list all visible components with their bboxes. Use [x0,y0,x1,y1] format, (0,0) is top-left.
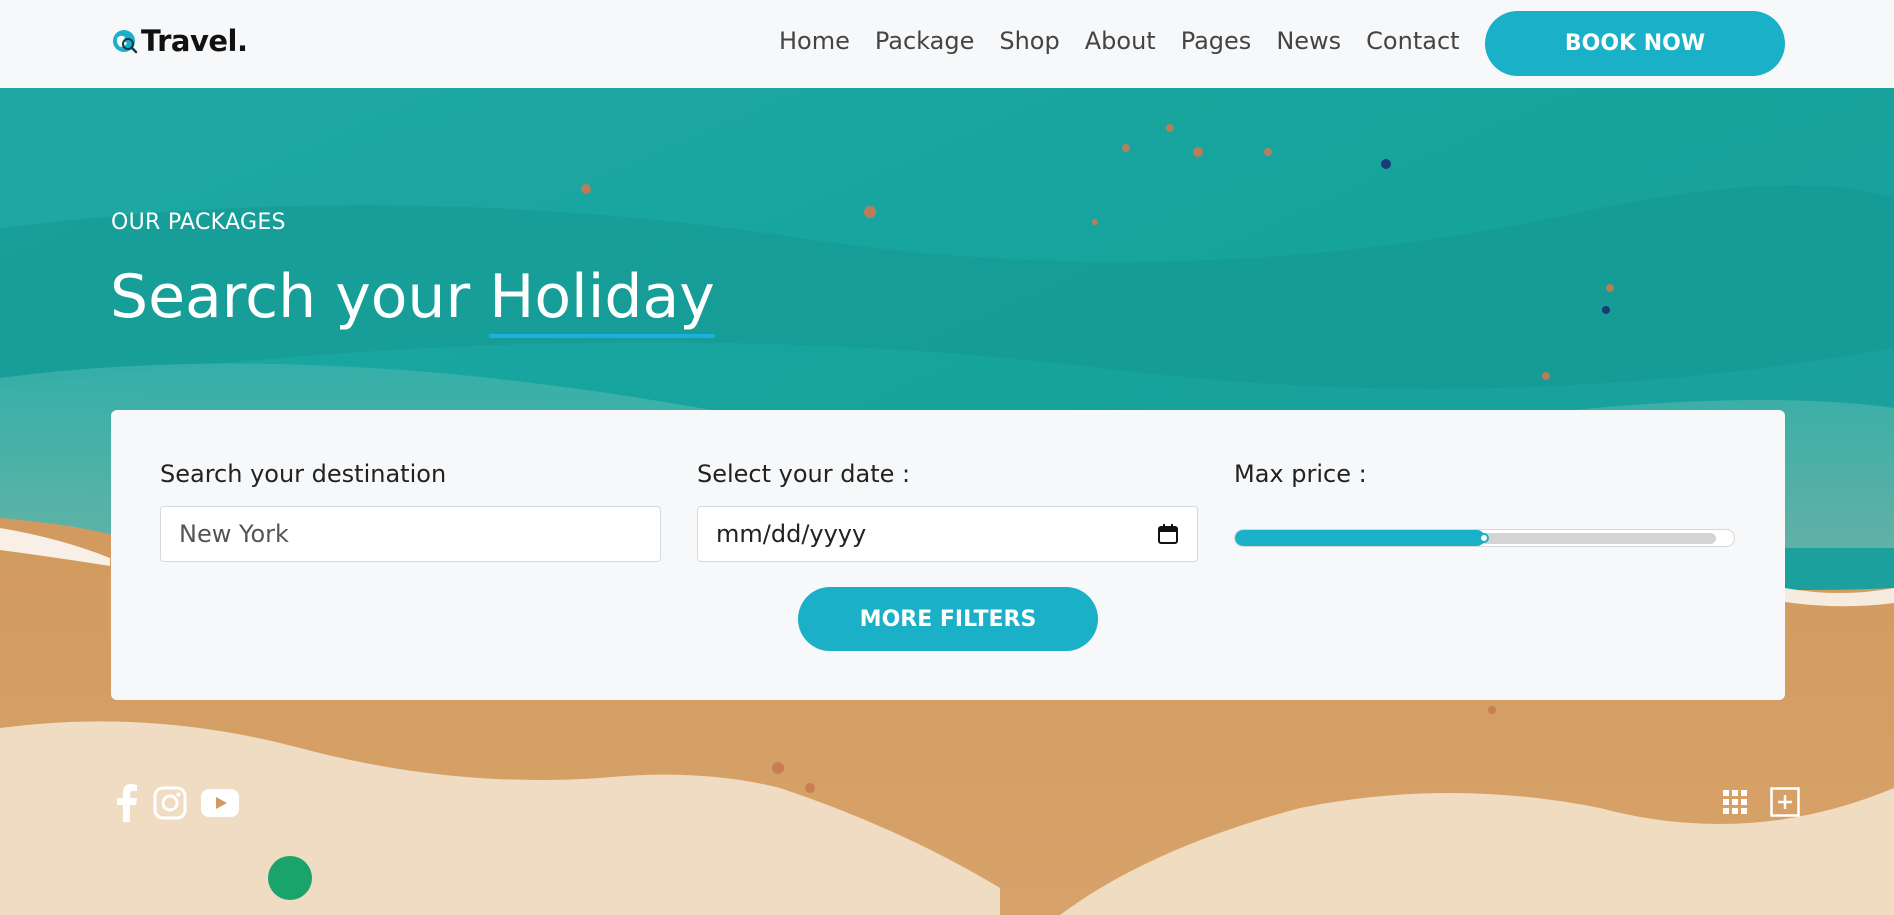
nav-news[interactable]: News [1276,27,1341,55]
logo-text: Travel. [141,24,248,58]
destination-label: Search your destination [160,460,447,488]
date-input[interactable]: mm/dd/yyyy [697,506,1198,562]
youtube-icon[interactable] [201,789,239,817]
date-label: Select your date : [697,460,911,488]
nav-contact[interactable]: Contact [1366,27,1459,55]
max-price-slider[interactable] [1234,529,1735,547]
hero-title-prefix: Search your [110,262,490,332]
nav-shop[interactable]: Shop [999,27,1059,55]
instagram-icon[interactable] [153,786,187,820]
nav-package[interactable]: Package [875,27,974,55]
main-nav: Home Package Shop About Pages News Conta… [779,27,1485,55]
destination-input[interactable]: New York [160,506,661,562]
hero-title-highlight: Holiday [489,262,715,338]
social-links [113,784,253,822]
date-placeholder: mm/dd/yyyy [716,520,867,548]
calendar-icon[interactable] [1157,523,1179,545]
book-now-button[interactable]: BOOK NOW [1485,11,1785,76]
hero-eyebrow: OUR PACKAGES [111,210,286,235]
site-header: Travel. Home Package Shop About Pages Ne… [0,0,1894,88]
logo[interactable]: Travel. [111,24,248,58]
nav-about[interactable]: About [1085,27,1156,55]
corner-actions [1700,787,1800,817]
facebook-icon[interactable] [113,784,139,822]
nav-home[interactable]: Home [779,27,850,55]
nav-pages[interactable]: Pages [1181,27,1252,55]
slider-fill [1235,530,1485,546]
globe-search-icon [113,30,138,54]
plus-square-icon[interactable] [1770,787,1800,817]
more-filters-button[interactable]: MORE FILTERS [798,587,1098,651]
search-card: Search your destination New York Select … [111,410,1785,700]
hero-title: Search your Holiday [110,262,715,338]
grid-icon[interactable] [1722,789,1748,815]
price-label: Max price : [1234,460,1367,488]
slider-thumb[interactable] [1478,533,1489,543]
